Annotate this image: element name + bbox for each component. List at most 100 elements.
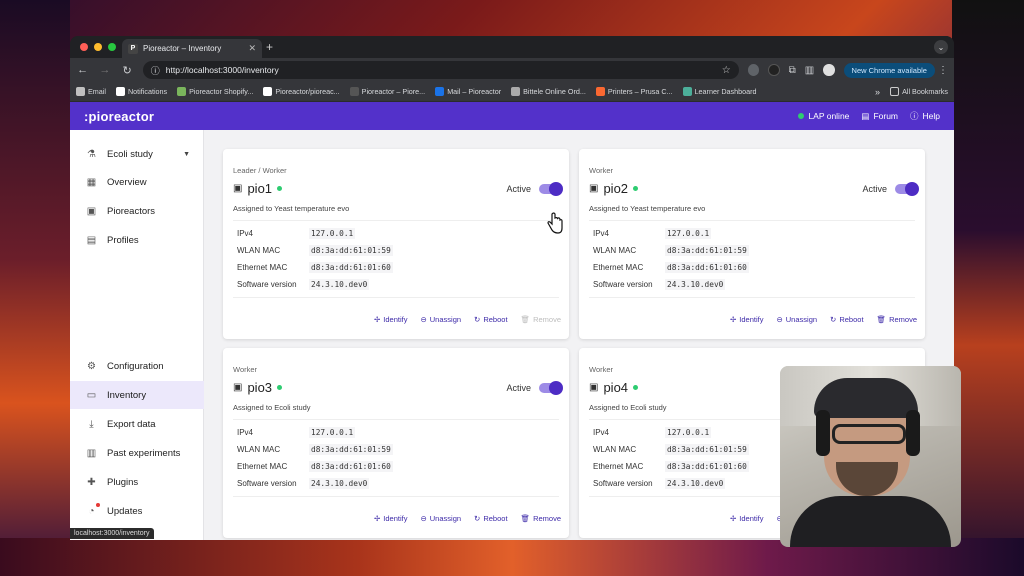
spec-row: WLAN MAC d8:3a:dd:61:01:59 (589, 242, 915, 259)
side-panel-icon[interactable]: ▥ (805, 65, 814, 76)
identify-button[interactable]: ✢ Identify (374, 315, 407, 324)
remove-label: Remove (889, 315, 917, 324)
bookmark-favicon-icon (682, 87, 692, 96)
extension-icon[interactable] (768, 64, 780, 76)
spec-value: 127.0.0.1 (665, 427, 712, 438)
spec-value: d8:3a:dd:61:01:59 (309, 245, 393, 256)
bookmark-label: Notifications (127, 87, 168, 96)
identify-label: Identify (739, 315, 764, 324)
remove-button[interactable]: 🗑Remove (877, 315, 917, 324)
bookmark-favicon-icon (349, 87, 359, 96)
spec-label: Ethernet MAC (237, 263, 288, 272)
unassign-button[interactable]: ⊖Unassign (420, 315, 461, 324)
online-dot-icon (633, 385, 639, 390)
bookmark-item[interactable]: Notifications (115, 87, 168, 96)
experiment-selector[interactable]: ⚗ Ecoli study ▼ (70, 140, 204, 168)
tab-search-chevron-icon[interactable]: ⌄ (934, 40, 948, 54)
bookmark-item[interactable]: Printers – Prusa C... (595, 87, 673, 96)
bookmark-item[interactable]: Email (76, 87, 106, 96)
pioreactor-logo[interactable]: :pioreactor (84, 109, 154, 124)
forum-link[interactable]: ▤ Forum (861, 111, 898, 122)
spec-table: IPv4 127.0.0.1 WLAN MAC d8:3a:dd:61:01:59 Et… (233, 220, 559, 298)
tab-title: Pioreactor – Inventory (143, 44, 222, 53)
bookmark-item[interactable]: Learner Dashboard (682, 87, 757, 96)
bookmark-item[interactable]: Mail – Pioreactor (435, 87, 501, 96)
extension-icon[interactable] (747, 64, 760, 76)
reboot-button[interactable]: ↻Reboot (474, 514, 507, 523)
spec-label: Software version (237, 280, 297, 289)
browser-menu-icon[interactable]: ⋮ (938, 65, 948, 76)
reboot-icon: ↻ (474, 315, 481, 324)
bookmark-item[interactable]: Bittele Online Ord... (511, 87, 586, 96)
sidebar-item-plugins[interactable]: ✚ Plugins (70, 468, 204, 496)
spec-row: Ethernet MAC d8:3a:dd:61:01:60 (589, 259, 915, 276)
sidebar-item-overview[interactable]: ▦ Overview (70, 168, 204, 196)
back-arrow-icon[interactable]: ← (76, 64, 89, 76)
identify-button[interactable]: ✢ Identify (730, 315, 763, 324)
table-icon: ▥ (86, 447, 97, 459)
sidebar-item-inventory[interactable]: ▭ Inventory (70, 381, 204, 409)
identify-button[interactable]: ✢ Identify (730, 514, 763, 523)
close-window-button[interactable] (80, 43, 88, 51)
reboot-label: Reboot (483, 514, 508, 523)
sidebar-item-configuration[interactable]: ⚙ Configuration (70, 352, 204, 380)
identify-button[interactable]: ✢ Identify (374, 514, 407, 523)
card-title: ▣ pio4 (589, 380, 639, 395)
reload-icon[interactable]: ↻ (121, 64, 134, 77)
unassign-button[interactable]: ⊖Unassign (420, 514, 461, 523)
card-actions: ✢Identify ⊖Unassign ↻Reboot 🗑Remove (730, 315, 917, 324)
minimize-window-button[interactable] (94, 43, 102, 51)
sidebar-item-export-data[interactable]: ⤓ Export data (70, 410, 204, 438)
sidebar-item-updates[interactable]: ◔ Updates (70, 497, 204, 525)
sidebar-item-pioreactors[interactable]: ▣ Pioreactors (70, 197, 204, 225)
forward-arrow-icon[interactable]: → (98, 64, 111, 76)
spec-value: d8:3a:dd:61:01:60 (309, 461, 393, 472)
unassign-button[interactable]: ⊖Unassign (776, 315, 817, 324)
extensions-puzzle-icon[interactable]: ⧉ (789, 65, 796, 76)
bookmark-item[interactable]: Pioreactor/pioreac... (263, 87, 340, 96)
bookmark-item[interactable]: Pioreactor – Piore... (349, 87, 425, 96)
sidebar-item-profiles[interactable]: ▤ Profiles (70, 226, 204, 254)
active-toggle[interactable] (539, 182, 563, 196)
spec-value: d8:3a:dd:61:01:60 (309, 262, 393, 273)
bookmark-label: Mail – Pioreactor (447, 87, 502, 96)
identify-icon: ✢ (373, 315, 381, 324)
reboot-button[interactable]: ↻Reboot (830, 315, 863, 324)
status-url: localhost:3000/inventory (70, 528, 154, 539)
spec-value: 24.3.10.dev0 (665, 478, 726, 489)
new-chrome-available-button[interactable]: New Chrome available (843, 62, 935, 78)
unit-name: pio2 (603, 181, 629, 196)
lap-status: LAP online (798, 111, 849, 121)
address-bar[interactable]: ⓘ http://localhost:3000/inventory ☆ (142, 61, 739, 79)
more-bookmarks-icon[interactable]: » (875, 87, 880, 97)
url-text[interactable]: http://localhost:3000/inventory (166, 65, 279, 75)
profile-avatar[interactable] (823, 64, 835, 76)
remove-button[interactable]: 🗑Remove (521, 315, 561, 324)
help-link[interactable]: ⓘ Help (910, 110, 940, 122)
close-tab-icon[interactable]: ✕ (248, 43, 256, 54)
maximize-window-button[interactable] (108, 43, 116, 51)
remove-button[interactable]: 🗑Remove (521, 514, 561, 523)
remove-icon: 🗑 (520, 514, 531, 523)
experiment-label: Ecoli study (107, 148, 153, 160)
unit-name: pio4 (603, 380, 629, 395)
browser-tab[interactable]: P Pioreactor – Inventory ✕ (122, 39, 262, 58)
new-tab-button[interactable]: + (266, 40, 273, 54)
unassign-icon: ⊖ (776, 315, 783, 324)
chevron-down-icon: ▼ (183, 150, 190, 158)
active-toggle[interactable] (895, 182, 919, 196)
spec-label: Software version (593, 280, 653, 289)
webcam-overlay (780, 366, 961, 547)
identify-label: Identify (383, 514, 408, 523)
bookmark-item[interactable]: Pioreactor Shopify... (177, 87, 253, 96)
spec-table: IPv4 127.0.0.1 WLAN MAC d8:3a:dd:61:01:59 Et… (233, 419, 559, 497)
active-toggle[interactable] (539, 381, 563, 395)
spec-row: Software version 24.3.10.dev0 (233, 276, 559, 293)
app-header: :pioreactor LAP online ▤ Forum ⓘ Help (70, 102, 954, 130)
all-bookmarks-button[interactable]: All Bookmarks (890, 87, 948, 96)
bookmark-star-icon[interactable]: ☆ (722, 65, 731, 76)
card-role: Leader / Worker (233, 166, 287, 175)
site-info-icon[interactable]: ⓘ (151, 64, 160, 77)
reboot-button[interactable]: ↻Reboot (474, 315, 507, 324)
sidebar-item-past-experiments[interactable]: ▥ Past experiments (70, 439, 204, 467)
